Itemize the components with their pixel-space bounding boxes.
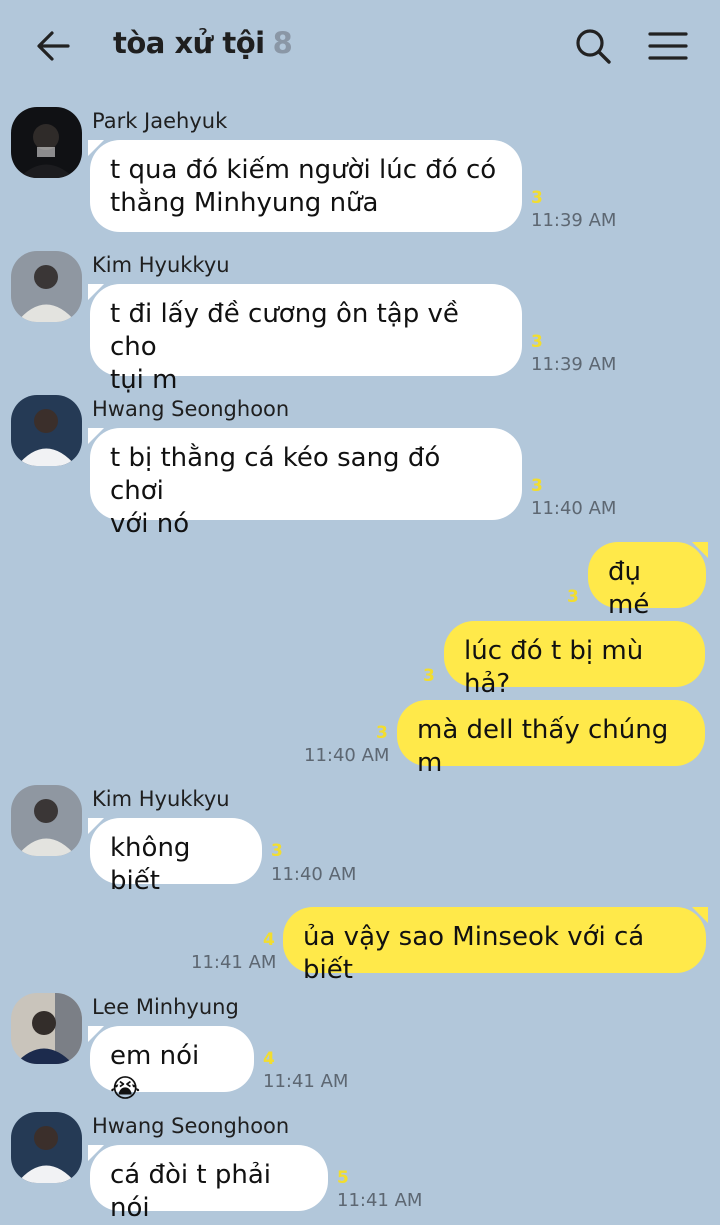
message-time: 11:39 AM — [531, 354, 617, 375]
message-time: 11:40 AM — [531, 498, 617, 519]
chat-title: tòa xử tội 8 — [113, 26, 293, 60]
unread-count: 3 — [531, 188, 543, 208]
unread-count: 3 — [567, 587, 579, 607]
incoming-message-bubble[interactable]: cá đòi t phải nói — [88, 1145, 328, 1223]
avatar[interactable] — [11, 251, 82, 322]
avatar[interactable] — [11, 785, 82, 856]
message-time: 11:39 AM — [531, 210, 617, 231]
unread-count: 3 — [423, 666, 435, 686]
outgoing-message-bubble[interactable]: ủa vậy sao Minseok với cá biết — [283, 907, 708, 985]
incoming-message-bubble[interactable]: t đi lấy đề cương ôn tập về cho tụi m — [88, 284, 522, 395]
incoming-message-bubble[interactable]: không biết — [88, 818, 262, 896]
unread-count: 4 — [263, 930, 275, 950]
member-count: 8 — [272, 26, 293, 60]
avatar[interactable] — [11, 1112, 82, 1183]
unread-count: 5 — [337, 1168, 349, 1188]
unread-count: 3 — [531, 332, 543, 352]
sender-name: Kim Hyukkyu — [92, 787, 230, 811]
outgoing-message-bubble[interactable]: mà dell thấy chúng m — [397, 700, 705, 778]
menu-icon[interactable] — [646, 26, 690, 66]
message-time: 11:41 AM — [191, 952, 277, 973]
message-time: 11:41 AM — [337, 1190, 423, 1211]
outgoing-message-bubble[interactable]: đụ mé — [588, 542, 708, 620]
back-arrow-icon[interactable] — [34, 26, 74, 66]
unread-count: 3 — [531, 476, 543, 496]
incoming-message-bubble[interactable]: t qua đó kiếm người lúc đó có thằng Minh… — [88, 140, 522, 232]
sender-name: Hwang Seonghoon — [92, 397, 290, 421]
sender-name: Hwang Seonghoon — [92, 1114, 290, 1138]
search-icon[interactable] — [573, 26, 613, 66]
unread-count: 4 — [263, 1049, 275, 1069]
sender-name: Kim Hyukkyu — [92, 253, 230, 277]
incoming-message-bubble[interactable]: em nói 😭 — [88, 1026, 254, 1104]
top-bar: tòa xử tội 8 — [0, 0, 720, 92]
chat-name: tòa xử tội — [113, 26, 265, 60]
unread-count: 3 — [376, 723, 388, 743]
message-time: 11:40 AM — [271, 864, 357, 885]
avatar[interactable] — [11, 395, 82, 466]
incoming-message-bubble[interactable]: t bị thằng cá kéo sang đó chơi với nó — [88, 428, 522, 539]
sender-name: Lee Minhyung — [92, 995, 239, 1019]
avatar[interactable] — [11, 993, 82, 1064]
message-time: 11:41 AM — [263, 1071, 349, 1092]
sender-name: Park Jaehyuk — [92, 109, 228, 133]
outgoing-message-bubble[interactable]: lúc đó t bị mù hả? — [444, 621, 705, 699]
avatar[interactable] — [11, 107, 82, 178]
message-time: 11:40 AM — [304, 745, 390, 766]
unread-count: 3 — [271, 841, 283, 861]
